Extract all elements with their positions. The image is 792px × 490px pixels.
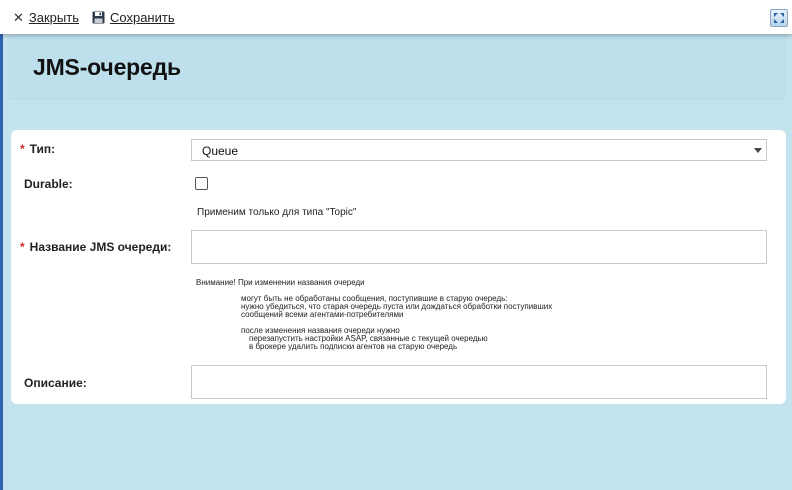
toolbar: ✕ Закрыть Сохранить (0, 0, 792, 34)
type-label-text: Тип: (29, 142, 56, 156)
warning-line: сообщений всеми агентами-потребителями (241, 310, 404, 319)
save-button-label: Сохранить (110, 10, 175, 25)
required-mark: * (20, 240, 25, 254)
durable-label: Durable: (24, 177, 73, 191)
maximize-button[interactable] (770, 9, 788, 27)
type-select[interactable]: Queue (191, 139, 767, 161)
page-title: JMS-очередь (33, 54, 181, 80)
close-button-label: Закрыть (28, 10, 79, 25)
description-input[interactable] (191, 365, 767, 399)
durable-checkbox[interactable] (195, 177, 208, 190)
form-card: * Тип: Queue Durable: Применим только для… (11, 130, 786, 404)
window-left-edge (0, 34, 3, 490)
durable-hint: Применим только для типа "Topic" (197, 207, 357, 218)
chevron-down-icon (754, 148, 762, 153)
maximize-icon (774, 13, 784, 23)
close-button[interactable]: ✕ Закрыть (13, 10, 79, 25)
warning-title: Внимание! При изменении названия очереди (196, 278, 365, 287)
type-label: * Тип: (20, 142, 55, 156)
floppy-disk-icon (92, 11, 105, 24)
queue-name-label-text: Название JMS очереди: (29, 240, 172, 254)
queue-name-label: * Название JMS очереди: (20, 240, 171, 254)
description-label: Описание: (24, 376, 87, 390)
type-select-value: Queue (202, 144, 239, 158)
title-band: JMS-очередь (10, 34, 785, 98)
queue-name-input[interactable] (191, 230, 767, 264)
close-icon: ✕ (13, 10, 24, 25)
warning-line: в брокере удалить подписки агентов на ст… (249, 342, 458, 351)
required-mark: * (20, 142, 25, 156)
save-button[interactable]: Сохранить (92, 10, 175, 25)
